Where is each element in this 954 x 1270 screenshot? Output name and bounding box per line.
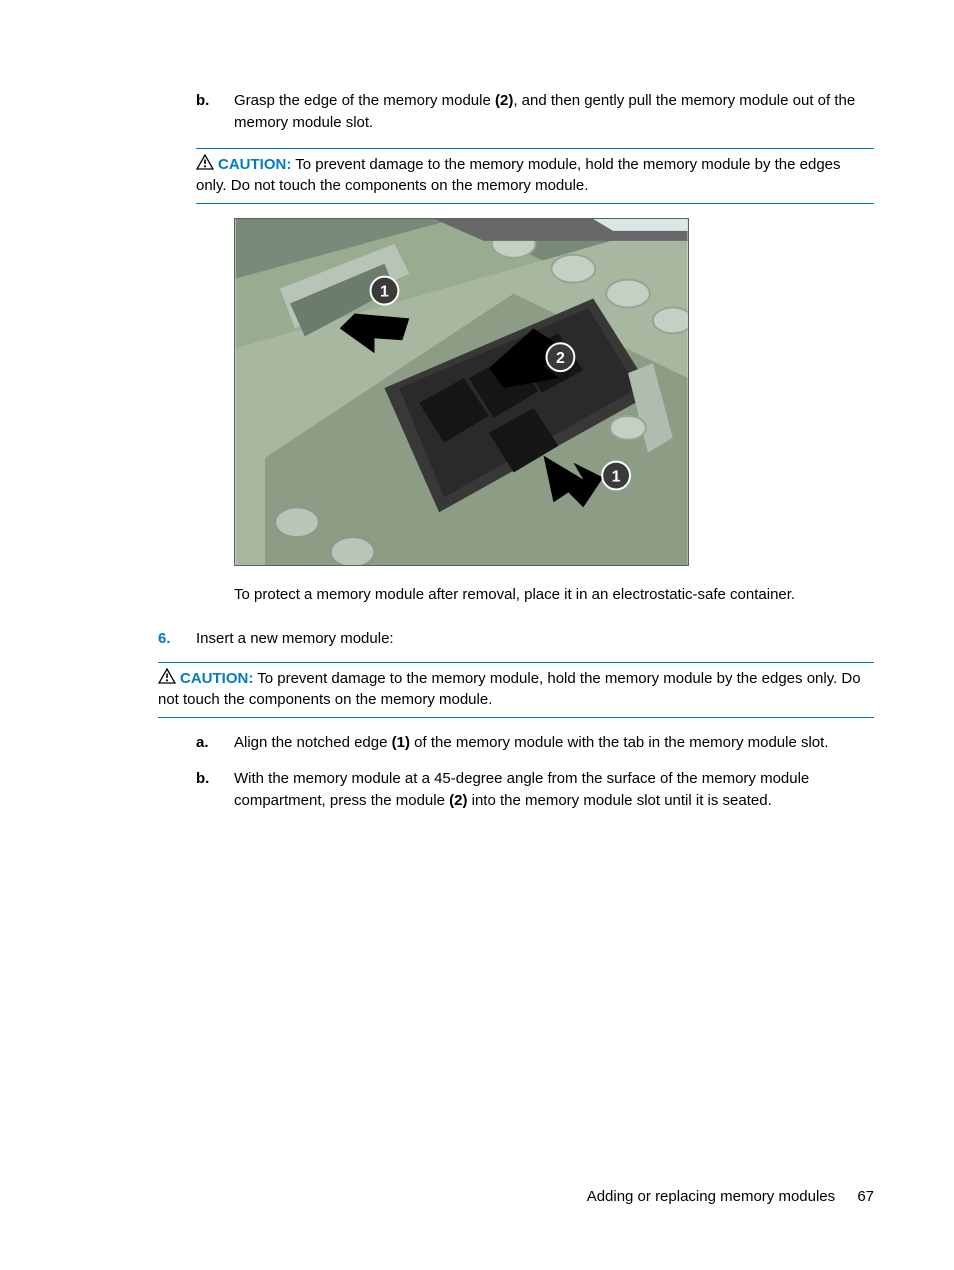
sub-a-marker: a. [196,732,234,754]
step-b-marker: b. [196,90,234,134]
svg-text:2: 2 [556,350,565,367]
sub-list: a. Align the notched edge (1) of the mem… [196,732,874,811]
footer-page-number: 67 [857,1188,874,1205]
sub-b-row: b. With the memory module at a 45-degree… [196,768,874,812]
figure-memory-module: 1 2 1 [234,218,874,566]
sub-a-b1: (1) [392,734,410,751]
footer-section: Adding or replacing memory modules [587,1188,835,1205]
sub-b-b1: (2) [449,792,467,809]
step-6-row: 6. Insert a new memory module: [158,628,874,650]
sub-b-t2: into the memory module slot until it is … [467,792,771,809]
caution-1-label: CAUTION: [218,156,291,173]
protect-text: To protect a memory module after removal… [234,584,874,606]
main-content: b. Grasp the edge of the memory module (… [80,90,874,811]
sub-a-t1: Align the notched edge [234,734,392,751]
caution-block-1: CAUTION: To prevent damage to the memory… [196,148,874,205]
caution-1-text: To prevent damage to the memory module, … [196,156,841,195]
step-6-text: Insert a new memory module: [196,628,874,650]
document-page: b. Grasp the edge of the memory module (… [0,0,954,1270]
step-b-text: Grasp the edge of the memory module (2),… [234,90,874,134]
warning-icon [196,154,214,170]
sub-a-row: a. Align the notched edge (1) of the mem… [196,732,874,754]
step-b-text-1: Grasp the edge of the memory module [234,92,495,109]
svg-text:1: 1 [612,468,621,485]
caution-2-label: CAUTION: [180,670,253,687]
caution-block-2: CAUTION: To prevent damage to the memory… [158,662,874,719]
step-b-row: b. Grasp the edge of the memory module (… [196,90,874,134]
sub-b-marker: b. [196,768,234,812]
caution-1-wrap: CAUTION: To prevent damage to the memory… [196,148,874,205]
caution-2-text: To prevent damage to the memory module, … [158,670,861,709]
sub-b-text: With the memory module at a 45-degree an… [234,768,874,812]
sub-a-t2: of the memory module with the tab in the… [410,734,829,751]
step-6-marker: 6. [158,628,196,650]
page-footer: Adding or replacing memory modules 67 [587,1186,874,1208]
warning-icon [158,668,176,684]
step-b-bold-1: (2) [495,92,513,109]
svg-text:1: 1 [380,284,389,301]
sub-a-text: Align the notched edge (1) of the memory… [234,732,874,754]
